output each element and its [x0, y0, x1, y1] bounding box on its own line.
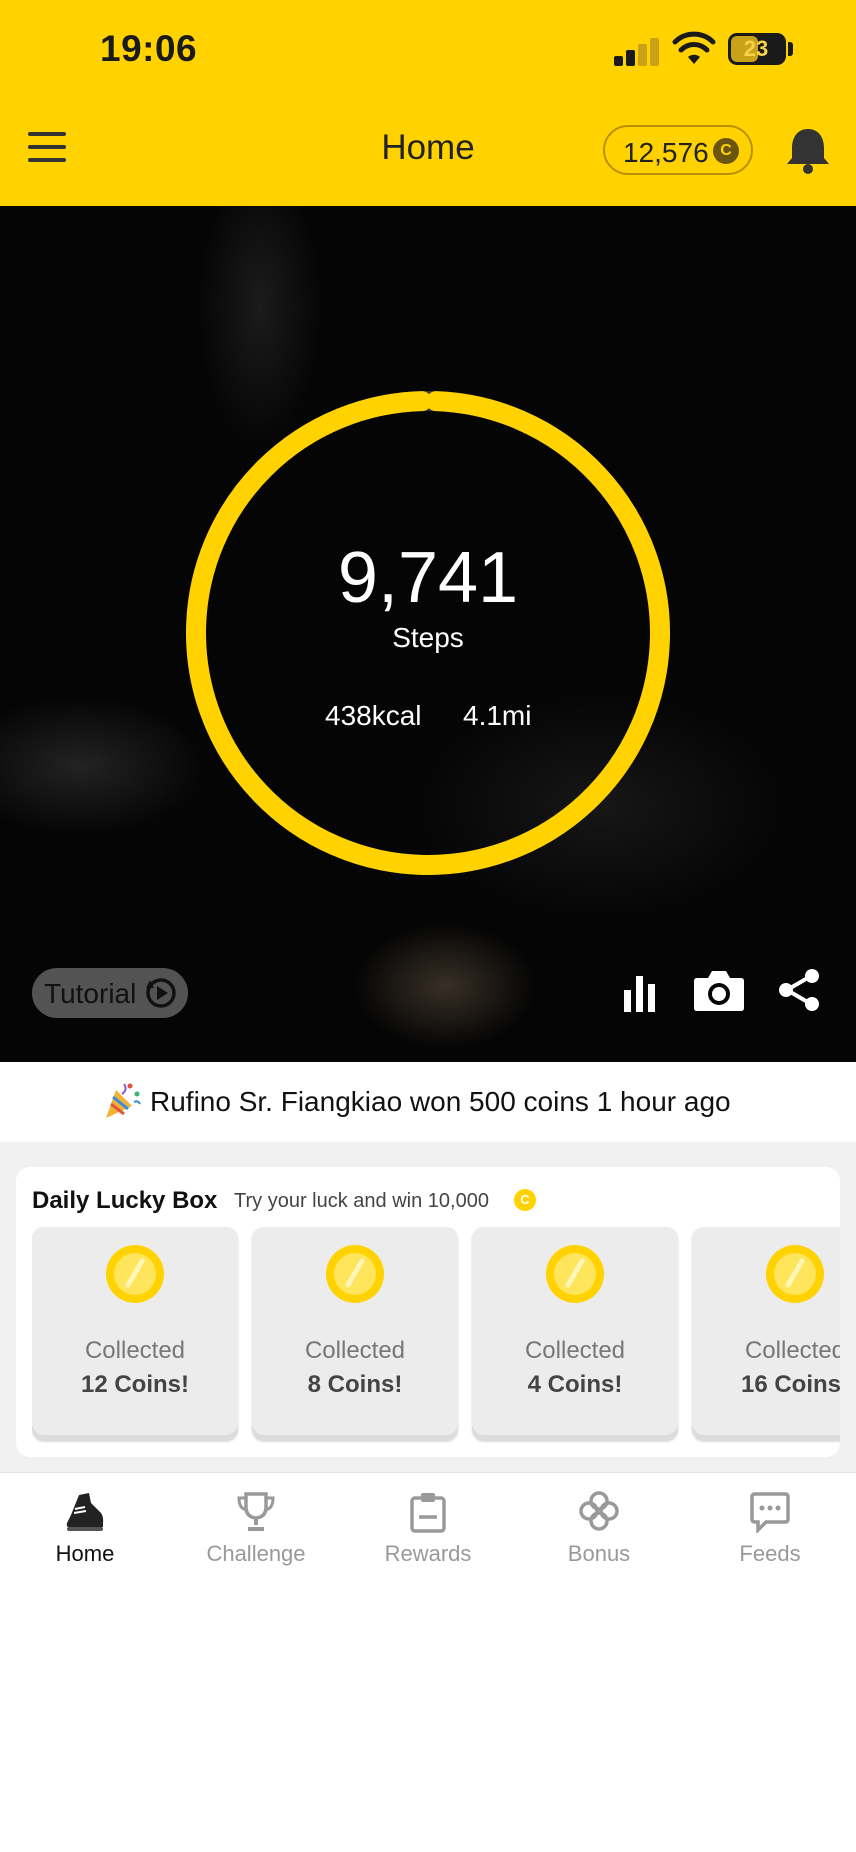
lucky-box-item[interactable]: Collected 16 Coins! — [692, 1227, 840, 1441]
bottom-tab-bar: Home Challenge Rewards Bonus Feeds — [0, 1472, 856, 1852]
step-counter-panel: 9,741 Steps 438kcal 4.1mi Tutorial — [0, 206, 856, 1062]
sneaker-icon — [66, 1493, 104, 1531]
tab-home[interactable]: Home — [15, 1491, 155, 1581]
stats-icon[interactable] — [622, 972, 658, 1012]
lucky-box-item[interactable]: Collected 8 Coins! — [252, 1227, 458, 1441]
ticker-message: Rufino Sr. Fiangkiao won 500 coins 1 hou… — [150, 1086, 731, 1117]
lucky-box-reward: 12 Coins! — [80, 1371, 190, 1398]
clover-icon — [579, 1491, 619, 1531]
share-icon[interactable] — [778, 968, 822, 1012]
tutorial-button[interactable]: Tutorial — [32, 968, 188, 1018]
lucky-box-status: Collected — [524, 1337, 626, 1364]
tab-feeds[interactable]: Feeds — [700, 1491, 840, 1581]
lucky-box-item[interactable]: Collected 4 Coins! — [472, 1227, 678, 1441]
gold-coin-icon — [326, 1245, 384, 1303]
lucky-box-status: Collected — [84, 1337, 186, 1364]
chat-icon — [750, 1492, 790, 1533]
tab-rewards[interactable]: Rewards — [358, 1491, 498, 1581]
lucky-box-list[interactable]: Collected 12 Coins! Collected 8 Coins! C… — [32, 1227, 840, 1443]
tab-label: Feeds — [739, 1541, 801, 1566]
distance-value: 4.1mi — [463, 700, 532, 731]
replay-icon — [146, 978, 176, 1008]
battery-tip — [788, 42, 793, 56]
camera-icon[interactable] — [693, 968, 745, 1012]
coin-icon: C — [514, 1189, 536, 1211]
tab-label: Bonus — [567, 1541, 631, 1566]
coin-icon: C — [713, 138, 739, 164]
coin-balance-button[interactable]: 12,576 C — [603, 125, 753, 175]
top-bar: 19:06 23 Home 12,576 C — [0, 0, 856, 206]
step-count: 9,741 — [337, 538, 519, 618]
lucky-box-reward: 16 Coins! — [740, 1371, 840, 1398]
trophy-icon — [237, 1492, 275, 1531]
lucky-box-item[interactable]: Collected 12 Coins! — [32, 1227, 238, 1441]
calories-value: 438kcal — [325, 700, 422, 731]
battery-icon: 23 — [728, 33, 786, 65]
tab-label: Home — [55, 1541, 115, 1566]
tab-challenge[interactable]: Challenge — [186, 1491, 326, 1581]
wifi-icon — [672, 31, 716, 64]
lucky-box-status: Collected — [744, 1337, 840, 1364]
steps-label: Steps — [392, 622, 464, 653]
bell-icon[interactable] — [784, 126, 832, 176]
app-root: 19:06 23 Home 12,576 C 9,741 Steps 438kc… — [0, 0, 856, 1852]
tab-label: Challenge — [206, 1541, 306, 1566]
coin-balance: 12,576 — [623, 137, 709, 168]
lucky-box-reward: 8 Coins! — [307, 1371, 403, 1398]
party-popper-icon — [106, 1083, 141, 1118]
gold-coin-icon — [766, 1245, 824, 1303]
clipboard-icon — [410, 1493, 446, 1533]
lucky-box-status: Collected — [304, 1337, 406, 1364]
lucky-box-title: Daily Lucky Box — [32, 1187, 218, 1214]
tab-bonus[interactable]: Bonus — [529, 1491, 669, 1581]
gold-coin-icon — [546, 1245, 604, 1303]
daily-lucky-box: Daily Lucky Box Try your luck and win 10… — [16, 1167, 840, 1457]
tutorial-label: Tutorial — [44, 978, 137, 1009]
gold-coin-icon — [106, 1245, 164, 1303]
winner-ticker: Rufino Sr. Fiangkiao won 500 coins 1 hou… — [0, 1062, 856, 1142]
cellular-signal-icon — [614, 36, 662, 66]
lucky-box-subtitle: Try your luck and win 10,000 — [234, 1190, 489, 1212]
tab-label: Rewards — [384, 1541, 472, 1566]
status-time: 19:06 — [100, 28, 198, 69]
lucky-box-reward: 4 Coins! — [527, 1371, 623, 1398]
battery-level: 23 — [743, 36, 769, 61]
